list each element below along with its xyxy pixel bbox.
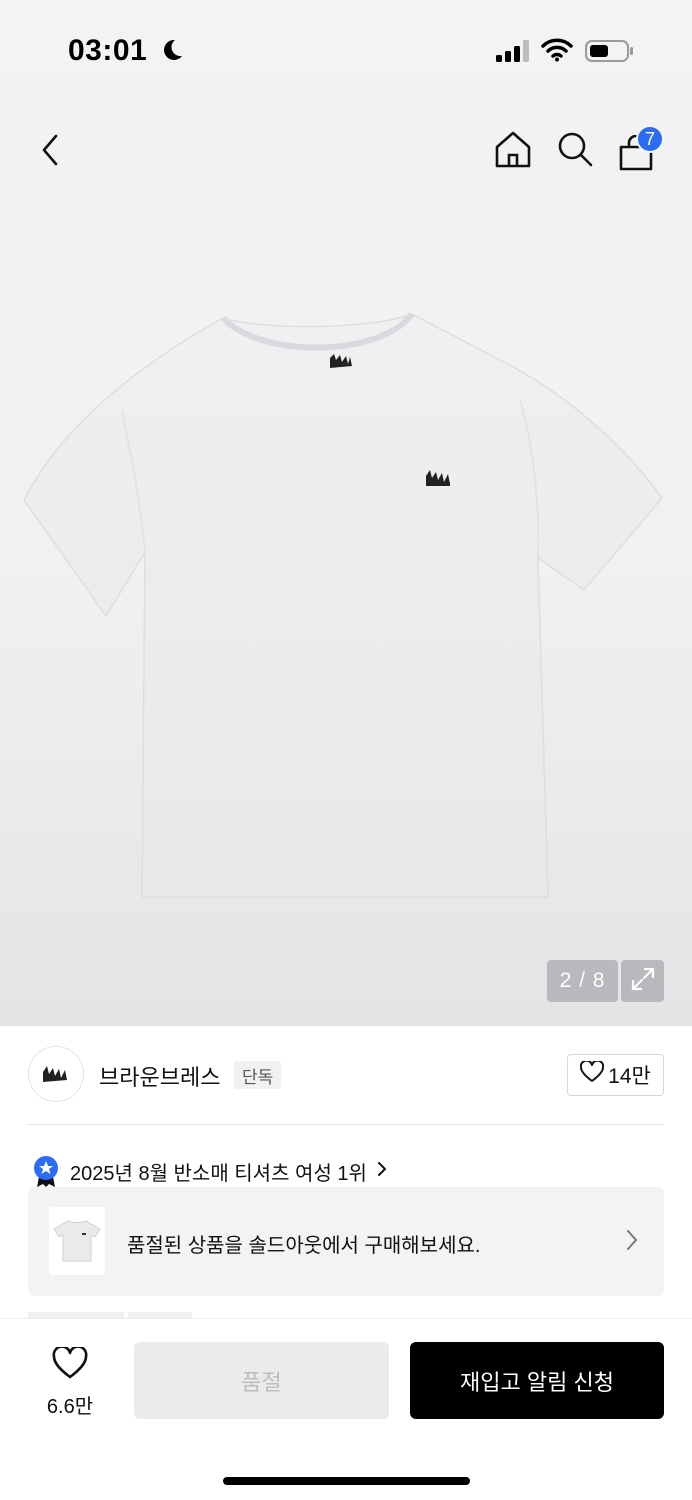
divider [28, 1124, 664, 1125]
home-button[interactable] [489, 127, 537, 175]
wifi-icon [541, 38, 573, 67]
back-button[interactable] [26, 128, 74, 176]
soldout-banner[interactable]: 품절된 상품을 솔드아웃에서 구매해보세요. [28, 1187, 664, 1296]
moon-icon [160, 38, 184, 67]
product-image-area[interactable]: 03:01 7 2 / 8 [0, 0, 692, 1026]
exclusive-badge: 단독 [234, 1061, 282, 1089]
product-photo [20, 300, 670, 915]
heart-icon [52, 1345, 88, 1384]
cart-count-badge: 7 [636, 125, 664, 153]
ranking-text: 2025년 8월 반소매 티셔츠 여성 1위 [70, 1162, 367, 1185]
chevron-right-icon [626, 1229, 638, 1256]
wishlist-button[interactable]: 6.6만 [30, 1345, 110, 1418]
status-time: 03:01 [68, 34, 148, 67]
status-bar: 03:01 [0, 0, 692, 100]
heart-icon [580, 1059, 605, 1089]
expand-icon [630, 966, 656, 997]
ranking-link[interactable]: 2025년 8월 반소매 티셔츠 여성 1위 [32, 1155, 387, 1187]
brand-row: 브라운브레스 단독 14만 [28, 1046, 664, 1104]
brand-like-button[interactable]: 14만 [567, 1054, 664, 1096]
medal-icon [32, 1155, 60, 1187]
expand-image-button[interactable] [621, 960, 664, 1002]
chevron-right-icon [377, 1161, 387, 1182]
soldout-thumbnail [49, 1207, 105, 1275]
brand-logo[interactable] [28, 1046, 84, 1102]
back-icon [38, 132, 62, 173]
home-indicator [223, 1477, 470, 1485]
soldout-button: 품절 [134, 1342, 389, 1419]
restock-alert-button[interactable]: 재입고 알림 신청 [410, 1342, 664, 1419]
brand-name[interactable]: 브라운브레스 [99, 1060, 220, 1092]
home-icon [493, 129, 533, 174]
wishlist-count: 6.6만 [46, 1396, 94, 1418]
battery-icon [585, 39, 635, 68]
search-button[interactable] [551, 127, 599, 175]
bottom-action-bar: 6.6만 품절 재입고 알림 신청 [0, 1318, 692, 1500]
soldout-banner-text: 품절된 상품을 솔드아웃에서 구매해보세요. [127, 1235, 481, 1257]
search-icon [556, 130, 594, 173]
image-counter: 2 / 8 [547, 960, 618, 1002]
signal-icon [496, 40, 532, 67]
brand-like-count: 14만 [608, 1065, 651, 1088]
cart-button[interactable]: 7 [614, 125, 666, 175]
